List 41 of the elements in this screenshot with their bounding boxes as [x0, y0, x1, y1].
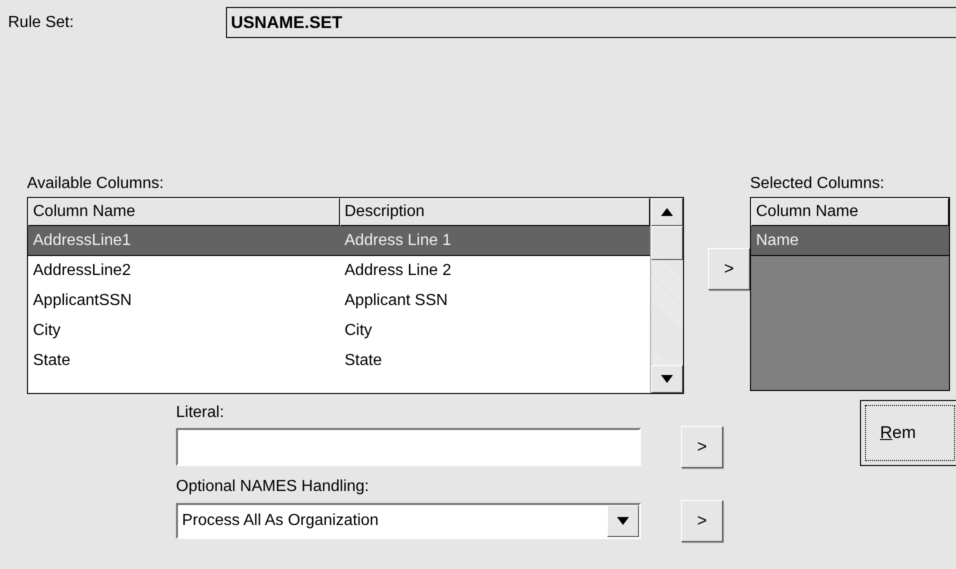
field-label: Rule Set: [8, 14, 74, 32]
list-row[interactable]: State State [28, 346, 650, 376]
scroll-thumb[interactable] [651, 226, 683, 260]
add-button[interactable]: > [681, 500, 723, 542]
table-cell-text: City [32, 322, 62, 340]
list-row[interactable]: AddressLine2 Address Line 2 [28, 256, 650, 286]
table-cell-text: Name [755, 232, 800, 250]
scroll-up-button[interactable] [651, 198, 683, 226]
table-cell-text: State [344, 352, 383, 370]
dropdown-button[interactable] [607, 505, 639, 537]
list-row[interactable]: ApplicantSSN Applicant SSN [28, 286, 650, 316]
caret-icon [617, 517, 629, 525]
table-cell-text: Address Line 1 [344, 232, 452, 250]
column-header[interactable]: Description [340, 198, 650, 226]
add-button[interactable]: > [708, 248, 750, 290]
table-cell-text: AddressLine2 [32, 262, 132, 280]
table-cell-text: Applicant SSN [344, 292, 449, 310]
list-row[interactable]: City City [28, 316, 650, 346]
column-header[interactable]: Column Name [751, 198, 949, 226]
table-cell-text: ApplicantSSN [32, 292, 133, 310]
table-cell-text: State [32, 352, 72, 370]
remove-button[interactable]: Rem [860, 400, 956, 466]
list-label: Available Columns: [27, 175, 165, 193]
rule-set-field[interactable]: USNAME.SET [226, 7, 956, 38]
scrollbar[interactable] [650, 198, 683, 393]
table-cell-text: Address Line 2 [344, 262, 452, 280]
table-cell-text: AddressLine1 [32, 232, 132, 250]
names-handling-dropdown[interactable]: Process All As Organization [176, 503, 641, 539]
field-label: Optional NAMES Handling: [176, 478, 370, 496]
down-arrow-icon [661, 375, 673, 383]
table-cell-text: City [344, 322, 374, 340]
field-label: Literal: [176, 404, 226, 422]
list-label: Selected Columns: [750, 175, 886, 193]
up-arrow-icon [661, 208, 673, 216]
list-row[interactable]: Name [751, 226, 949, 256]
scroll-down-button[interactable] [651, 365, 683, 393]
literal-field[interactable] [176, 428, 641, 466]
add-button[interactable]: > [681, 426, 723, 468]
selected-list[interactable]: Column Name Name [750, 197, 950, 391]
list-row[interactable]: AddressLine1 Address Line 1 [28, 226, 650, 256]
column-header[interactable]: Column Name [28, 198, 340, 226]
